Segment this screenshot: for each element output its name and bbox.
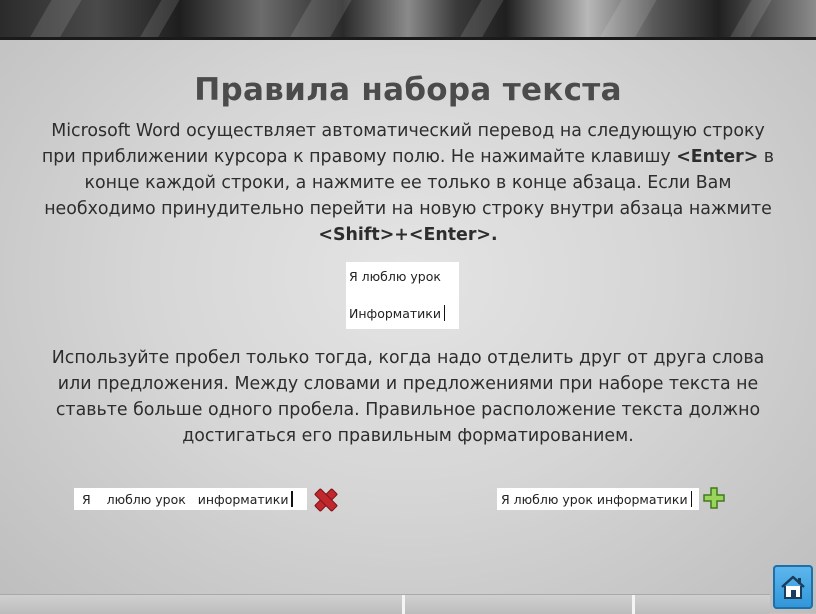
example-line-2-text: Информатики	[349, 306, 441, 321]
example-line-2: Информатики	[349, 305, 446, 321]
text-cursor	[443, 305, 446, 321]
top-banner-image	[0, 0, 816, 40]
plus-icon	[703, 487, 725, 509]
shift-enter-key-label: <Shift>+<Enter>.	[318, 225, 498, 245]
cross-icon	[313, 487, 339, 513]
paragraph-line-wrap-rule: Microsoft Word осуществляет автоматическ…	[36, 118, 780, 248]
wrong-example-text: Я люблю урок информатики	[82, 492, 289, 507]
line-break-example: Я люблю урок Информатики	[346, 262, 459, 329]
correct-example-text: Я люблю урок информатики	[501, 492, 688, 507]
bottom-bar	[0, 594, 770, 614]
paragraph-text: Microsoft Word осуществляет автоматическ…	[41, 121, 765, 167]
correct-spacing-example: Я люблю урок информатики	[497, 488, 699, 510]
home-icon	[781, 575, 805, 599]
paragraph-spacing-rule: Используйте пробел только тогда, когда н…	[51, 348, 765, 446]
wrong-spacing-example: Я люблю урок информатики	[74, 488, 307, 510]
enter-key-label: <Enter>	[676, 147, 759, 167]
text-cursor	[291, 491, 293, 507]
text-cursor	[690, 491, 693, 507]
home-button[interactable]	[773, 565, 813, 609]
example-line-1: Я люблю урок	[349, 269, 441, 284]
slide-title: Правила набора текста	[194, 72, 622, 108]
